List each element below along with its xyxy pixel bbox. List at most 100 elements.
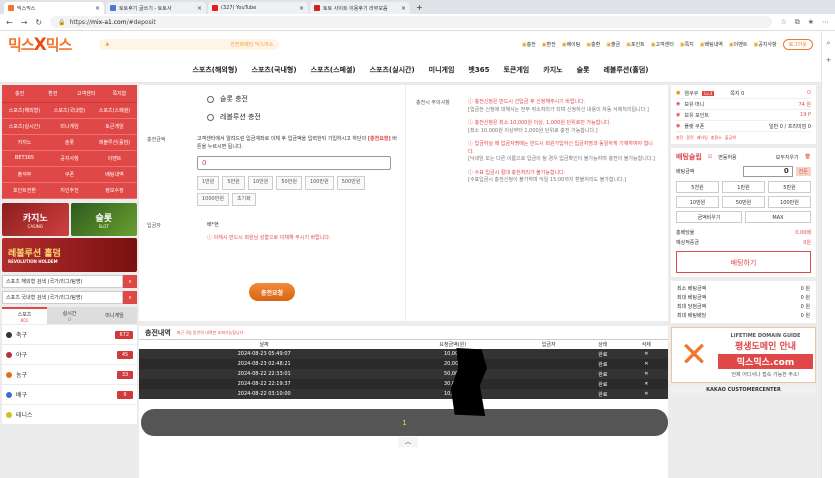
plus-icon[interactable]: + (822, 56, 835, 64)
nav-item[interactable]: 스포츠(스페셜) (311, 65, 356, 75)
category-item[interactable]: BET365 (2, 151, 47, 167)
category-item[interactable]: 레볼루션(홀덤) (92, 135, 137, 151)
amount-input[interactable]: 0 (197, 156, 391, 170)
top-link[interactable]: ▣포인트 (626, 41, 645, 48)
category-item[interactable]: 베팅내역 (92, 167, 137, 183)
amount-chip[interactable]: 100만원 (304, 176, 334, 190)
top-link[interactable]: ▣충환 (586, 41, 600, 48)
category-item[interactable]: 스포츠(스페셜) (92, 103, 137, 119)
close-icon[interactable]: × (401, 5, 406, 12)
power-icon[interactable]: ⏻ (807, 90, 811, 96)
bet-amount-button[interactable]: 10만원 (676, 196, 719, 208)
table-cell[interactable]: ✕ (624, 359, 668, 369)
browser-tab[interactable]: 토토후기 글쓰기 - 토토사 × (106, 2, 206, 14)
top-link[interactable]: ▣배팅내역 (700, 41, 723, 48)
category-item[interactable]: 포인트전환 (2, 183, 47, 199)
nav-item[interactable]: 스포츠(실시간) (370, 65, 415, 75)
account-shortcut[interactable]: 출금액 (725, 135, 736, 141)
message-count[interactable]: 쪽지 0 (730, 90, 744, 97)
star-icon[interactable]: ☆ (780, 18, 786, 26)
table-cell[interactable]: ✕ (624, 389, 668, 399)
top-link[interactable]: ▣환전 (542, 41, 556, 48)
browser-tab[interactable]: (327) YouTube × (208, 2, 308, 14)
kakao-banner[interactable]: KAKAO CUSTOMERCENTER (671, 385, 816, 395)
nav-item[interactable]: 레볼루션(홀덤) (603, 65, 648, 75)
league-tab[interactable]: 실시간 0 (47, 307, 92, 324)
browser-tab[interactable]: 토토 사이트 이용후기 라부모음 × (310, 2, 410, 14)
category-item[interactable]: 공지사항 (47, 151, 92, 167)
nav-item[interactable]: 스포츠(해외형) (192, 65, 237, 75)
top-category-item[interactable]: 충전 (4, 87, 35, 100)
bet-amount-button[interactable]: 100만원 (768, 196, 811, 208)
close-icon[interactable]: × (299, 5, 304, 12)
category-item[interactable]: 이벤트 (92, 151, 137, 167)
category-item[interactable]: 스포츠(국내형) (47, 103, 92, 119)
logout-button[interactable]: 로그아웃 (782, 38, 813, 50)
search-icon[interactable]: ⌕ (123, 291, 137, 304)
account-shortcut[interactable]: 베이팅 (697, 135, 708, 141)
top-link[interactable]: ▣이벤트 (729, 41, 748, 48)
reset-amount-button[interactable]: 금액비우기 (676, 211, 742, 223)
new-tab-button[interactable]: + (416, 3, 423, 12)
browser-tab[interactable]: 믹스믹스 × (4, 2, 104, 14)
bet-amount-button[interactable]: 1만원 (722, 181, 765, 193)
top-link[interactable]: ▣고객센터 (651, 41, 674, 48)
category-item[interactable]: 카지노 (2, 135, 47, 151)
category-item[interactable]: 정보수정 (92, 183, 137, 199)
reload-icon[interactable]: ↻ (35, 18, 42, 27)
bet-amount-button[interactable]: 5만원 (768, 181, 811, 193)
favorites-icon[interactable]: ★ (808, 18, 814, 26)
close-icon[interactable]: × (197, 5, 202, 12)
search-input-overseas[interactable]: 스포츠 해외형 검색 (국가/리그/팀명) (2, 275, 123, 288)
league-tab[interactable]: 미니게임 (92, 307, 137, 324)
more-icon[interactable]: ⋯ (822, 18, 829, 26)
amount-chip[interactable]: 500만원 (336, 176, 366, 190)
category-item[interactable]: 쿠폰 (47, 167, 92, 183)
slot-banner[interactable]: 슬롯 SLOT (70, 203, 137, 236)
amount-chip[interactable]: 초기화 (231, 192, 256, 206)
nav-item[interactable]: 토큰게임 (503, 65, 529, 75)
table-cell[interactable]: ✕ (624, 369, 668, 379)
amount-chip[interactable]: 1000만원 (197, 192, 229, 206)
amount-chip[interactable]: 10만원 (247, 176, 274, 190)
search-input-domestic[interactable]: 스포츠 국내형 검색 (국가/리그/팀명) (2, 291, 123, 304)
sport-item[interactable]: 테니스 (2, 405, 137, 424)
nav-item[interactable]: 카지노 (543, 65, 562, 75)
sport-item[interactable]: 축구 672 (2, 325, 137, 344)
trash-icon[interactable]: 🗑 (805, 154, 811, 160)
category-item[interactable]: 스포츠(해외형) (2, 103, 47, 119)
nav-item[interactable]: 슬롯 (577, 65, 590, 75)
account-shortcut[interactable]: 충환소 (711, 135, 722, 141)
nav-item[interactable]: 미니게임 (429, 65, 455, 75)
domain-ad-banner[interactable]: ✕ LIFETIME DOMAIN GUIDE 평생도메인 안내 믹스믹스.co… (671, 327, 816, 383)
radio-slot[interactable]: 슬롯 충전 (207, 94, 397, 104)
sport-item[interactable]: 농구 33 (2, 365, 137, 384)
search-icon[interactable]: ⌕ (822, 39, 835, 48)
back-icon[interactable]: ← (6, 18, 13, 27)
forward-icon[interactable]: → (21, 18, 28, 27)
top-link[interactable]: ▣쪽지 (680, 41, 694, 48)
league-tab[interactable]: 스포츠 801 (2, 307, 47, 324)
category-item[interactable]: 스포츠(실시간) (2, 119, 47, 135)
top-category-item[interactable]: 쪽지함 (104, 87, 135, 100)
scroll-up-icon[interactable]: ︿ (398, 437, 418, 447)
extension-icon[interactable]: ⧉ (795, 18, 800, 27)
top-link[interactable]: ▣충전 (522, 41, 536, 48)
url-field[interactable]: 🔒 https://mix-a1.com/#deposit (50, 16, 773, 28)
category-item[interactable]: 슬롯 (47, 135, 92, 151)
top-link[interactable]: ▣베이팅 (562, 41, 581, 48)
table-cell[interactable]: ✕ (624, 349, 668, 359)
radio-revolution[interactable]: 레볼루션 충전 (207, 112, 397, 122)
nav-item[interactable]: 스포츠(국내형) (252, 65, 297, 75)
radio-icon[interactable] (207, 95, 214, 103)
close-icon[interactable]: × (95, 5, 100, 12)
bet-amount-input[interactable]: 0 (742, 165, 793, 177)
radio-icon[interactable] (207, 113, 214, 121)
bet-amount-button[interactable]: 5천원 (676, 181, 719, 193)
auto-accept-checkbox[interactable]: ☑ (708, 154, 712, 160)
bet-amount-button[interactable]: 50만원 (722, 196, 765, 208)
search-icon[interactable]: ⌕ (123, 275, 137, 288)
table-cell[interactable]: ✕ (624, 379, 668, 389)
category-item[interactable]: 미니게임 (47, 119, 92, 135)
amount-chip[interactable]: 5만원 (222, 176, 245, 190)
